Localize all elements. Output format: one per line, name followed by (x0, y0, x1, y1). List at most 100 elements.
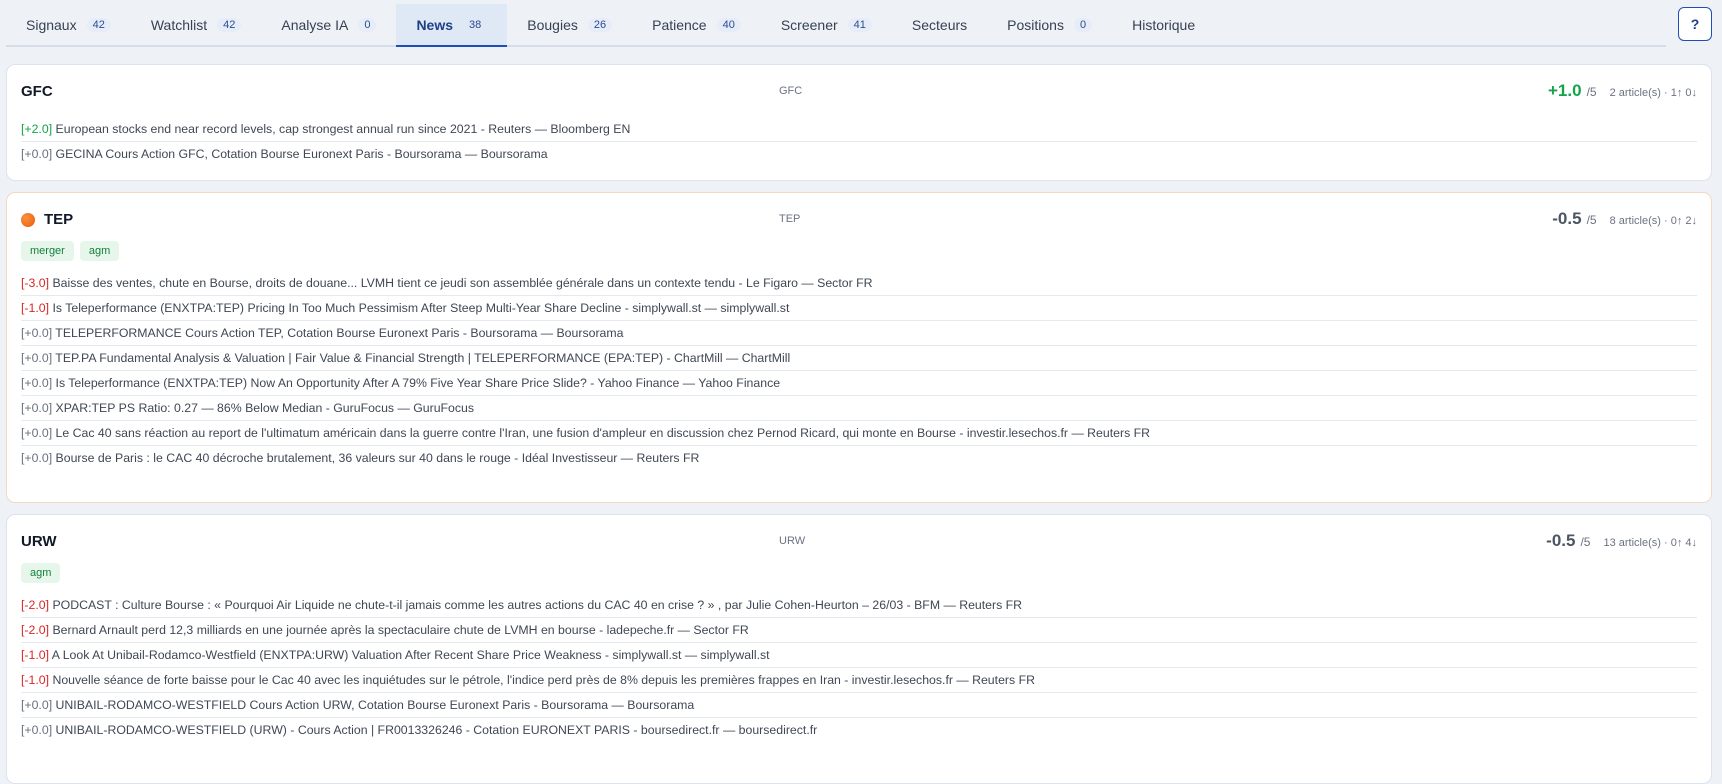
news-item[interactable]: [-2.0] PODCAST : Culture Bourse : « Pour… (21, 593, 1697, 618)
news-list: [-3.0] Baisse des ventes, chute en Bours… (7, 271, 1711, 470)
ticker-symbol: TEP (21, 211, 73, 228)
news-title: A Look At Unibail-Rodamco-Westfield (ENX… (49, 648, 770, 662)
sentiment-score: +1.0 /5 2 article(s) · 1↑ 0↓ (1548, 81, 1697, 101)
score-value: -0.5 (1552, 209, 1582, 228)
tab-count-badge: 26 (587, 17, 613, 32)
tab-label: Screener (780, 16, 838, 33)
tab-secteurs[interactable]: Secteurs (892, 4, 987, 45)
news-item[interactable]: [+0.0] UNIBAIL-RODAMCO-WESTFIELD (URW) -… (21, 718, 1697, 742)
news-title: TELEPERFORMANCE Cours Action TEP, Cotati… (52, 326, 624, 340)
score-max: /5 (1580, 535, 1591, 549)
tab-label: Analyse IA (281, 16, 349, 33)
ticker-symbol: GFC (21, 83, 53, 100)
tab-label: Bougies (527, 16, 578, 33)
tab-screener[interactable]: Screener 41 (761, 4, 892, 45)
tab-label: Historique (1132, 16, 1196, 33)
tab-count-badge: 40 (716, 17, 741, 32)
news-title: Bernard Arnault perd 12,3 milliards en u… (49, 623, 749, 637)
score-max: /5 (1586, 213, 1597, 227)
news-card-gfc: GFC GFC +1.0 /5 2 article(s) · 1↑ 0↓ [+2… (6, 64, 1712, 181)
news-score: [+0.0] (21, 401, 53, 415)
news-title: GECINA Cours Action GFC, Cotation Bourse… (52, 147, 548, 161)
article-count: 13 article(s) · 0↑ 4↓ (1603, 537, 1697, 549)
tab-bougies[interactable]: Bougies 26 (507, 4, 632, 45)
alert-dot-icon (21, 212, 35, 227)
help-button[interactable]: ? (1678, 7, 1712, 41)
news-score: [-3.0] (21, 276, 50, 290)
news-score: [+0.0] (21, 376, 53, 390)
news-title: European stocks end near record levels, … (52, 122, 631, 136)
tag-list: agm (7, 563, 1711, 591)
tag-badge: agm (21, 563, 61, 583)
tag-list: merger agm (7, 241, 1711, 269)
tab-watchlist[interactable]: Watchlist 42 (131, 4, 262, 45)
tab-historique[interactable]: Historique (1112, 4, 1215, 45)
tab-analyse-ia[interactable]: Analyse IA 0 (261, 4, 396, 45)
news-score: [+0.0] (21, 326, 53, 340)
tab-label: Watchlist (150, 16, 208, 33)
news-item[interactable]: [-1.0] Is Teleperformance (ENXTPA:TEP) P… (21, 296, 1697, 321)
ticker-label: URW (21, 533, 57, 550)
news-title: TEP.PA Fundamental Analysis & Valuation … (52, 351, 791, 365)
tag-badge: agm (79, 241, 120, 261)
news-item[interactable]: [-1.0] A Look At Unibail-Rodamco-Westfie… (21, 643, 1697, 668)
tab-count-badge: 42 (86, 17, 111, 32)
news-title: UNIBAIL-RODAMCO-WESTFIELD (URW) - Cours … (52, 723, 818, 737)
tab-news[interactable]: News 38 (396, 4, 508, 47)
news-item[interactable]: [+0.0] Le Cac 40 sans réaction au report… (21, 421, 1697, 446)
news-card-urw: URW URW -0.5 /5 13 article(s) · 0↑ 4↓ ag… (6, 514, 1712, 784)
card-header: TEP TEP -0.5 /5 8 article(s) · 0↑ 2↓ (7, 193, 1711, 241)
news-item[interactable]: [+0.0] UNIBAIL-RODAMCO-WESTFIELD Cours A… (21, 693, 1697, 718)
news-item[interactable]: [+0.0] TEP.PA Fundamental Analysis & Val… (21, 346, 1697, 371)
article-count: 8 article(s) · 0↑ 2↓ (1609, 215, 1697, 227)
news-score: [+0.0] (21, 451, 53, 465)
ticker-code: TEP (779, 213, 801, 225)
tab-patience[interactable]: Patience 40 (632, 4, 761, 45)
news-item[interactable]: [+2.0] European stocks end near record l… (21, 117, 1697, 142)
news-title: UNIBAIL-RODAMCO-WESTFIELD Cours Action U… (52, 698, 695, 712)
news-score: [-2.0] (21, 598, 50, 612)
news-score: [+2.0] (21, 122, 53, 136)
news-score: [-1.0] (21, 648, 50, 662)
card-header: URW URW -0.5 /5 13 article(s) · 0↑ 4↓ (7, 515, 1711, 563)
tab-label: Secteurs (911, 16, 968, 33)
tag-badge: merger (21, 241, 74, 261)
sentiment-score: -0.5 /5 13 article(s) · 0↑ 4↓ (1546, 531, 1697, 551)
news-score: [+0.0] (21, 723, 53, 737)
ticker-code: URW (779, 535, 806, 547)
sentiment-score: -0.5 /5 8 article(s) · 0↑ 2↓ (1552, 209, 1697, 229)
news-item[interactable]: [+0.0] TELEPERFORMANCE Cours Action TEP,… (21, 321, 1697, 346)
tab-count-badge: 42 (217, 17, 242, 32)
news-score: [-2.0] (21, 623, 50, 637)
news-score: [-1.0] (21, 673, 50, 687)
news-item[interactable]: [+0.0] Is Teleperformance (ENXTPA:TEP) N… (21, 371, 1697, 396)
tab-count-badge: 41 (847, 17, 872, 32)
tab-label: Signaux (26, 16, 77, 33)
tab-label: Patience (652, 16, 707, 33)
news-title: Baisse des ventes, chute en Bourse, droi… (49, 276, 873, 290)
news-title: Nouvelle séance de forte baisse pour le … (49, 673, 1035, 687)
ticker-symbol: URW (21, 533, 57, 550)
news-item[interactable]: [+0.0] GECINA Cours Action GFC, Cotation… (21, 142, 1697, 166)
tab-label: Positions (1007, 16, 1064, 33)
news-title: Is Teleperformance (ENXTPA:TEP) Now An O… (52, 376, 781, 390)
tab-positions[interactable]: Positions 0 (987, 4, 1112, 45)
news-item[interactable]: [-1.0] Nouvelle séance de forte baisse p… (21, 668, 1697, 693)
news-item[interactable]: [-2.0] Bernard Arnault perd 12,3 milliar… (21, 618, 1697, 643)
news-item[interactable]: [+0.0] XPAR:TEP PS Ratio: 0.27 — 86% Bel… (21, 396, 1697, 421)
news-item[interactable]: [+0.0] Bourse de Paris : le CAC 40 décro… (21, 446, 1697, 470)
news-score: [-1.0] (21, 301, 50, 315)
news-title: XPAR:TEP PS Ratio: 0.27 — 86% Below Medi… (52, 401, 475, 415)
tab-count-badge: 0 (358, 17, 377, 32)
ticker-code: GFC (779, 85, 803, 97)
score-value: -0.5 (1546, 531, 1576, 550)
news-card-tep: TEP TEP -0.5 /5 8 article(s) · 0↑ 2↓ mer… (6, 192, 1712, 503)
tab-bar: Signaux 42 Watchlist 42 Analyse IA 0 News 38… (6, 4, 1666, 47)
news-list: [+2.0] European stocks end near record l… (7, 117, 1711, 166)
ticker-label: TEP (44, 211, 74, 228)
news-item[interactable]: [-3.0] Baisse des ventes, chute en Bours… (21, 271, 1697, 296)
news-score: [+0.0] (21, 351, 53, 365)
news-list: [-2.0] PODCAST : Culture Bourse : « Pour… (7, 593, 1711, 742)
score-max: /5 (1586, 85, 1597, 99)
tab-signaux[interactable]: Signaux 42 (6, 4, 131, 45)
